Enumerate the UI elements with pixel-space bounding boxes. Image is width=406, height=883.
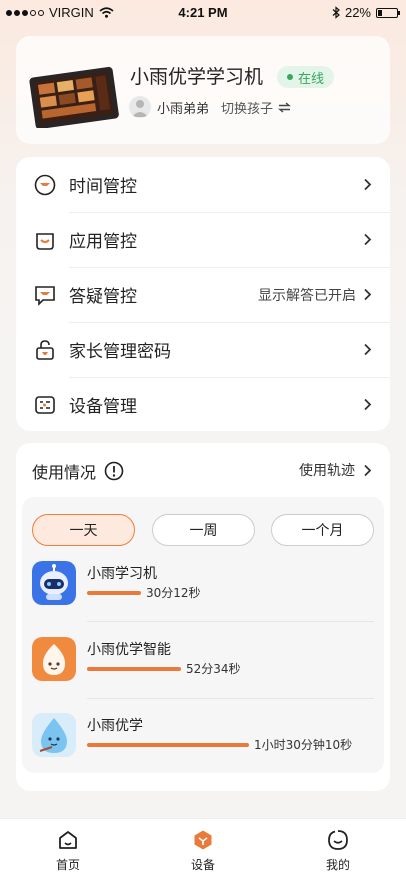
app-name: 小雨优学 bbox=[87, 718, 143, 734]
chevron-right-icon bbox=[364, 233, 372, 246]
menu-item-qa-control[interactable]: 答疑管控 显示解答已开启 bbox=[16, 267, 390, 322]
menu-label: 时间管控 bbox=[69, 177, 137, 197]
menu-item-app-control[interactable]: 应用管控 bbox=[16, 212, 390, 267]
child-name: 小雨弟弟 bbox=[157, 101, 210, 117]
child-avatar bbox=[129, 96, 151, 118]
usage-bar bbox=[87, 591, 141, 595]
online-status-text: 在线 bbox=[298, 71, 325, 87]
info-icon[interactable] bbox=[104, 461, 124, 481]
app-name: 小雨学习机 bbox=[87, 566, 157, 582]
chevron-right-icon bbox=[364, 178, 372, 191]
chevron-right-icon bbox=[364, 343, 372, 356]
qa-status-value: 显示解答已开启 bbox=[258, 287, 356, 304]
lock-icon bbox=[36, 340, 54, 360]
child-switcher[interactable]: 小雨弟弟 切换孩子 bbox=[129, 96, 291, 118]
tab-profile[interactable]: 我的 bbox=[308, 829, 368, 873]
usage-bar bbox=[87, 667, 181, 671]
battery-icon bbox=[376, 7, 400, 18]
chevron-right-icon bbox=[364, 288, 372, 301]
menu-label: 答疑管控 bbox=[69, 287, 137, 307]
trace-link-label: 使用轨迹 bbox=[299, 463, 355, 479]
chevron-right-icon bbox=[364, 398, 372, 411]
smart-app-icon bbox=[32, 637, 76, 681]
home-icon bbox=[59, 831, 77, 849]
menu-label: 家长管理密码 bbox=[69, 342, 171, 362]
usage-title: 使用情况 bbox=[32, 463, 97, 482]
bottom-tab-bar: 首页 设备 我的 bbox=[0, 818, 406, 883]
tab-week[interactable]: 一周 bbox=[152, 514, 255, 546]
status-bar: VIRGIN 4:21 PM 22% bbox=[0, 0, 406, 26]
battery-percent: 22% bbox=[344, 5, 371, 20]
menu-item-device-manage[interactable]: 设备管理 bbox=[16, 377, 390, 432]
switch-child-button[interactable]: 切换孩子 bbox=[221, 98, 273, 117]
tab-home[interactable]: 首页 bbox=[38, 829, 98, 873]
water-drop-app-icon bbox=[32, 713, 76, 757]
avatar-icon bbox=[132, 100, 148, 117]
menu-label: 设备管理 bbox=[69, 397, 137, 417]
menu-item-time-control[interactable]: 时间管控 bbox=[16, 157, 390, 212]
menu-label: 应用管控 bbox=[69, 232, 137, 252]
tab-device-label: 设备 bbox=[190, 858, 215, 872]
usage-title-row: 使用情况 bbox=[32, 459, 124, 483]
usage-duration: 52分34秒 bbox=[186, 662, 241, 676]
menu-item-parent-password[interactable]: 家长管理密码 bbox=[16, 322, 390, 377]
tab-day[interactable]: 一天 bbox=[32, 514, 135, 546]
tab-profile-label: 我的 bbox=[325, 858, 350, 872]
app-usage-row[interactable]: 小雨优学 1小时30分钟10秒 bbox=[22, 713, 384, 785]
online-dot-icon bbox=[287, 74, 293, 80]
usage-duration: 1小时30分钟10秒 bbox=[254, 738, 353, 752]
usage-trace-link[interactable]: 使用轨迹 bbox=[299, 460, 372, 480]
tab-device[interactable]: 设备 bbox=[173, 829, 233, 873]
robot-app-icon bbox=[32, 561, 76, 605]
divider bbox=[87, 621, 374, 622]
device-card[interactable]: 小雨优学学习机 在线 小雨弟弟 切换孩子 bbox=[16, 36, 390, 144]
usage-card: 使用情况 使用轨迹 一天 一周 一个月 小雨学习机 30分12秒 小雨优学智能 … bbox=[16, 443, 390, 791]
tab-home-label: 首页 bbox=[55, 858, 80, 872]
device-manage-icon bbox=[35, 396, 55, 414]
control-menu: 时间管控 应用管控 答疑管控 显示解答已开启 家长管理密码 设备管理 bbox=[16, 157, 390, 431]
usage-bar bbox=[87, 743, 249, 747]
online-status-badge: 在线 bbox=[277, 66, 335, 88]
profile-icon bbox=[328, 830, 348, 850]
qa-control-icon bbox=[35, 286, 55, 306]
app-control-icon bbox=[36, 233, 54, 250]
bluetooth-icon bbox=[332, 6, 340, 19]
device-icon bbox=[194, 830, 212, 850]
status-right: 22% bbox=[332, 5, 400, 20]
app-usage-row[interactable]: 小雨学习机 30分12秒 bbox=[22, 561, 384, 633]
chevron-right-icon bbox=[364, 464, 372, 476]
usage-panel: 一天 一周 一个月 小雨学习机 30分12秒 小雨优学智能 52分34秒 小雨优… bbox=[22, 497, 384, 773]
divider bbox=[87, 698, 374, 699]
tab-month[interactable]: 一个月 bbox=[271, 514, 374, 546]
usage-duration: 30分12秒 bbox=[146, 586, 201, 600]
tablet-device-image bbox=[29, 66, 119, 128]
app-name: 小雨优学智能 bbox=[87, 642, 171, 658]
device-name: 小雨优学学习机 bbox=[130, 66, 264, 88]
swap-arrows-icon[interactable] bbox=[278, 101, 291, 113]
time-control-icon bbox=[34, 174, 56, 196]
